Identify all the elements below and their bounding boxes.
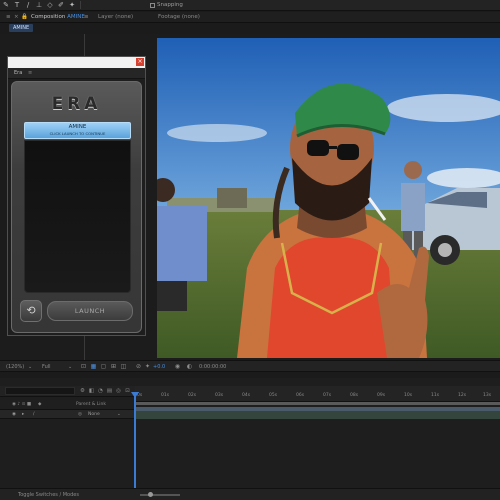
zoom-dropdown[interactable]: (120%): [6, 364, 24, 370]
viewer-controls-bar: (120%) ⌄ Full ⌄ ⊡ ▦ ▢ ⊞ ◫ ⊘ ✦ +0.0 ◉ ◐ 0…: [0, 360, 500, 372]
plugin-body: ERA AMINE CLICK LAUNCH TO CONTINUE ⟲ LAU…: [11, 81, 142, 333]
timeline-header: ⚙ ◧ ◔ ▤ ◎ ⊡: [0, 386, 135, 397]
motion-blur-icon[interactable]: ◎: [115, 388, 122, 395]
composition-preview-image: [157, 38, 500, 358]
ruler-tick: 08s: [350, 393, 359, 398]
frame-blend-label[interactable]: +0.0: [153, 364, 165, 370]
roto-brush-icon[interactable]: ✐: [56, 1, 66, 10]
ruler-tick: 07s: [323, 393, 332, 398]
resolution-dropdown[interactable]: Full: [42, 364, 51, 370]
layer-track[interactable]: [136, 411, 500, 419]
brush-icon[interactable]: /: [23, 1, 33, 10]
comp-breadcrumb-tab[interactable]: AMINE: [9, 24, 34, 32]
text-tool-icon[interactable]: T: [12, 1, 22, 10]
era-plugin-panel: × Era ≡ ERA AMINE CLICK LAUNCH TO CONTIN…: [7, 56, 146, 336]
layer-label-icon[interactable]: ▸: [22, 412, 24, 417]
mask-visibility-icon[interactable]: ▢: [100, 363, 107, 370]
parent-spiral-icon[interactable]: ◎: [78, 412, 82, 417]
timeline-zoom-slider[interactable]: [140, 494, 180, 496]
ruler-tick: 09s: [377, 393, 386, 398]
panel-tab-bar: ≡ × 🔒 Composition AMINE ≡ Layer (none) F…: [0, 12, 500, 23]
ruler-tick: 11s: [431, 393, 440, 398]
timeline-zoom-knob[interactable]: [148, 492, 153, 497]
puppet-pin-icon[interactable]: ✦: [67, 1, 77, 10]
ruler-tick: 12s: [458, 393, 467, 398]
eraser-icon[interactable]: ◇: [45, 1, 55, 10]
guides-icon[interactable]: ⊞: [110, 363, 117, 370]
transparency-grid-icon[interactable]: ▦: [90, 363, 97, 370]
launch-button[interactable]: LAUNCH: [47, 301, 133, 321]
tab-footage[interactable]: Footage (none): [158, 14, 200, 20]
project-list[interactable]: [24, 140, 131, 293]
parent-chevron-icon[interactable]: ⌄: [117, 412, 121, 417]
close-panel-icon[interactable]: ×: [14, 14, 19, 20]
ruler-tick: 10s: [404, 393, 413, 398]
tools-toolbar: ✎ T / ⊥ ◇ ✐ ✦ Snapping: [0, 0, 500, 11]
timeline-panel: ⚙ ◧ ◔ ▤ ◎ ⊡ ◉ ♪ ⊙ ■ ◆ Parent & Link ◉ ▸ …: [0, 378, 500, 500]
tab-layer[interactable]: Layer (none): [98, 14, 133, 20]
pickwhip-icon[interactable]: /: [33, 412, 35, 417]
time-ruler[interactable]: 0s 01s 02s 03s 04s 05s 06s 07s 08s 09s 1…: [135, 386, 500, 402]
graph-editor-icon[interactable]: ⊡: [124, 388, 131, 395]
project-item-button[interactable]: AMINE CLICK LAUNCH TO CONTINUE: [24, 122, 131, 139]
panel-menu-icon[interactable]: ≡: [28, 70, 32, 76]
composition-menu-icon[interactable]: ≡: [84, 14, 89, 20]
show-snapshot-icon[interactable]: ◐: [186, 363, 193, 370]
comp-flowchart-icon[interactable]: ⚙: [79, 388, 86, 395]
region-of-interest-icon[interactable]: ⊡: [80, 363, 87, 370]
layer-visibility-icon[interactable]: ◉: [12, 412, 16, 417]
project-hint: CLICK LAUNCH TO CONTINUE: [49, 131, 106, 136]
close-icon[interactable]: ×: [136, 58, 144, 66]
menu-icon[interactable]: ≡: [6, 14, 11, 20]
toggle-switches-modes-button[interactable]: Toggle Switches / Modes: [18, 492, 79, 498]
era-logo: ERA: [51, 94, 102, 114]
timeline-footer: Toggle Switches / Modes: [0, 488, 500, 500]
toolbar-divider: [80, 1, 81, 9]
av-features-icon[interactable]: ◉ ♪ ⊙ ■: [12, 402, 31, 407]
preview-image-illustration: [157, 38, 500, 358]
timeline-column-headers: ◉ ♪ ⊙ ■ ◆ Parent & Link: [0, 400, 135, 410]
pen-icon[interactable]: ✎: [1, 1, 11, 10]
project-name: AMINE: [68, 124, 87, 130]
snapshot-icon[interactable]: ◉: [174, 363, 181, 370]
current-timecode[interactable]: 0:00:00:00: [199, 364, 226, 370]
snapping-toggle[interactable]: Snapping: [150, 2, 183, 8]
channel-icon[interactable]: ◫: [120, 363, 127, 370]
tab-composition[interactable]: Composition AMINE: [31, 14, 85, 20]
playhead-line[interactable]: [134, 394, 136, 500]
composition-tab-prefix: Composition: [31, 14, 66, 20]
ruler-tick: 06s: [296, 393, 305, 398]
ruler-tick: 13s: [483, 393, 492, 398]
refresh-icon: ⟲: [26, 304, 36, 317]
snapping-label: Snapping: [157, 2, 183, 8]
composition-tab-name: AMINE: [67, 14, 85, 20]
tab-era[interactable]: Era: [14, 70, 22, 76]
zoom-chevron-icon[interactable]: ⌄: [28, 364, 32, 370]
ruler-tick: 03s: [215, 393, 224, 398]
layer-row[interactable]: ◉ ▸ / ◎ None ⌄: [0, 410, 135, 419]
frame-blending-icon[interactable]: ▤: [106, 388, 113, 395]
layer-search-input[interactable]: [5, 387, 75, 395]
lock-icon[interactable]: 🔒: [21, 14, 28, 20]
column-parent-link: Parent & Link: [76, 402, 106, 407]
ruler-tick: 01s: [161, 393, 170, 398]
snapping-checkbox[interactable]: [150, 2, 155, 8]
clone-stamp-icon[interactable]: ⊥: [34, 1, 44, 10]
resolution-chevron-icon[interactable]: ⌄: [68, 364, 72, 370]
ruler-tick: 04s: [242, 393, 251, 398]
draft-3d-icon[interactable]: ⊘: [135, 363, 142, 370]
exposure-icon[interactable]: ✦: [144, 363, 151, 370]
work-area-bar[interactable]: [136, 402, 500, 405]
plugin-title-bar[interactable]: ×: [8, 57, 145, 68]
parent-select[interactable]: None: [88, 412, 100, 417]
refresh-button[interactable]: ⟲: [20, 300, 42, 322]
ruler-tick: 02s: [188, 393, 197, 398]
draft-icon[interactable]: ◧: [88, 388, 95, 395]
label-color-icon[interactable]: ◆: [38, 402, 41, 407]
shy-layers-icon[interactable]: ◔: [97, 388, 104, 395]
ruler-tick: 05s: [269, 393, 278, 398]
plugin-tab-row: Era ≡: [8, 68, 145, 79]
